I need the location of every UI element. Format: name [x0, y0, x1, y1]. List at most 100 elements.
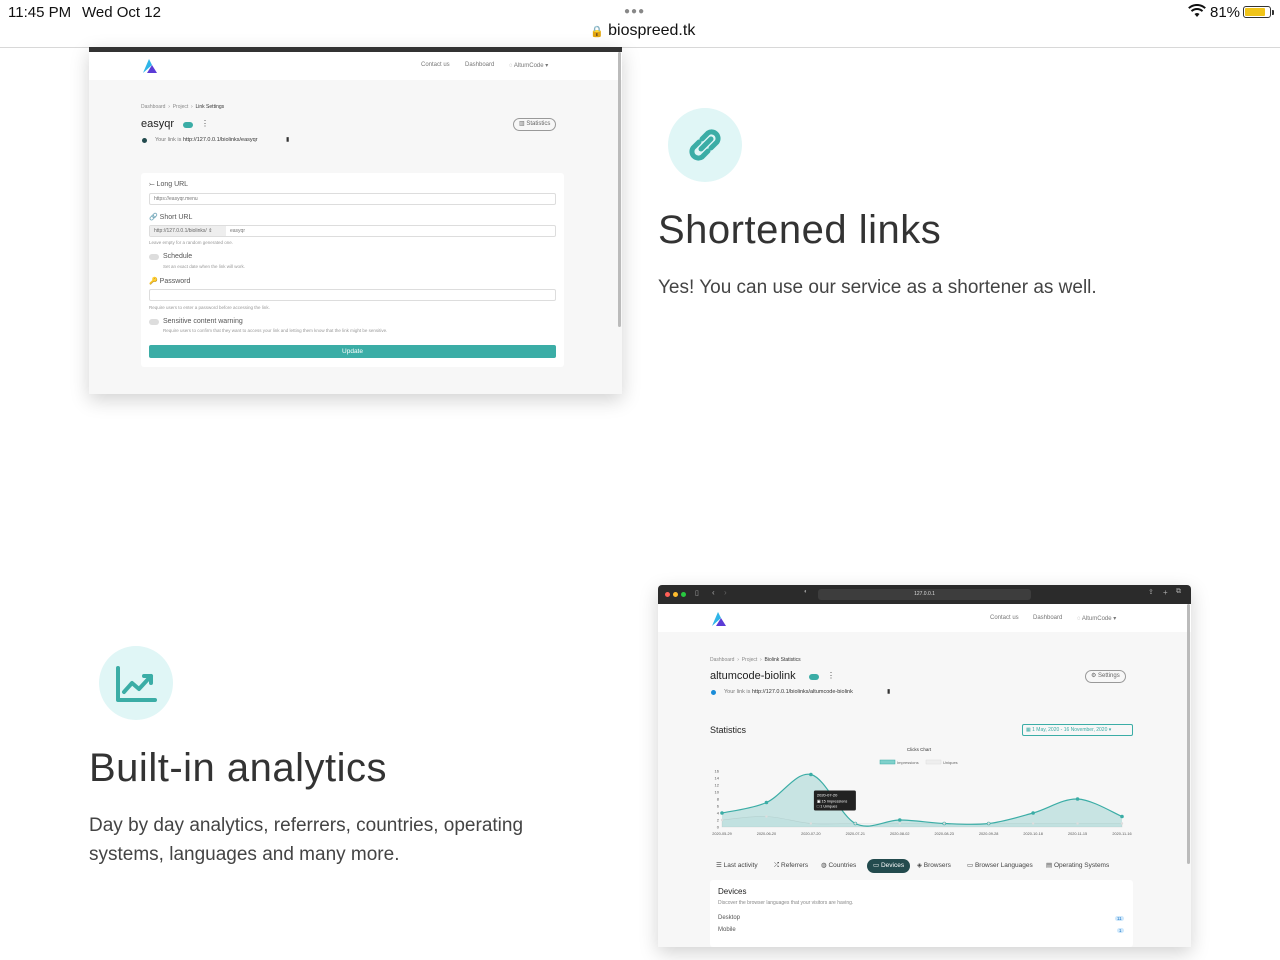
legend-label: Impressions: [897, 760, 919, 765]
link-info: Your link is http://127.0.0.1/biolinks/a…: [724, 689, 853, 695]
data-point-uniques: [1031, 822, 1035, 825]
link-name: altumcode-biolink: [710, 670, 796, 682]
address-bar[interactable]: 🔒 biospreed.tk: [590, 22, 695, 40]
short-url-prefix-select[interactable]: http://127.0.0.1/biolinks/ ⇕: [150, 226, 226, 236]
feature-title-shortened: Shortened links: [658, 208, 942, 252]
link-info: Your link is http://127.0.0.1/biolinks/e…: [155, 137, 258, 143]
settings-form: ⤚ Long URL https://easyqr.menu 🔗 Short U…: [141, 173, 564, 367]
devices-card: Devices Discover the browser languages t…: [710, 880, 1133, 947]
zoom-dot[interactable]: [681, 592, 686, 597]
tabs-overview-icon[interactable]: ⧉: [1176, 588, 1181, 596]
device-row-count: 1: [1117, 928, 1124, 933]
long-url-input[interactable]: https://easyqr.menu: [149, 193, 556, 205]
nav-user[interactable]: ◌ AltumCode ▾: [509, 62, 548, 69]
new-tab-icon[interactable]: +: [1163, 588, 1168, 597]
copy-icon[interactable]: ▮: [887, 688, 890, 695]
browser-address-bar[interactable]: 127.0.0.1: [818, 589, 1031, 600]
data-point: [1031, 811, 1035, 815]
long-url-label: ⤚ Long URL: [149, 181, 189, 188]
x-tick-label: 2020-10-18: [1023, 832, 1042, 836]
x-tick-label: 2020-08-23: [935, 832, 954, 836]
data-point-uniques: [765, 815, 768, 818]
lock-icon: 🔒: [590, 26, 604, 38]
multitask-dots-icon[interactable]: ●●●: [624, 6, 645, 17]
data-point-uniques: [898, 822, 901, 825]
address-url: biospreed.tk: [608, 22, 696, 39]
more-menu-icon[interactable]: ⋮: [827, 671, 835, 680]
x-tick-label: 2020-07-20: [801, 832, 820, 836]
clicks-chart: Clicks Chart Impressions Uniques 16 14 12 10 8 6…: [712, 747, 1131, 836]
link-toggle[interactable]: [183, 122, 193, 128]
tooltip-line: ▣ 15 Impressions: [817, 800, 847, 804]
tab-browsers[interactable]: ◈ Browsers: [917, 859, 951, 873]
tab-operating-systems[interactable]: ▤ Operating Systems: [1046, 859, 1109, 873]
close-dot[interactable]: [665, 592, 670, 597]
link-status-dot: [142, 138, 147, 143]
tab-last-activity[interactable]: ☰ Last activity: [716, 859, 758, 873]
series-area-impressions: [722, 774, 1122, 827]
more-menu-icon[interactable]: ⋮: [201, 119, 209, 128]
link-icon: [689, 129, 721, 161]
schedule-label: Schedule: [163, 253, 193, 260]
chart-title: Clicks Chart: [907, 747, 932, 752]
privacy-icon: ◐: [804, 589, 808, 595]
status-bar: 11:45 PM Wed Oct 12 ●●● 🔒 biospreed.tk 8…: [0, 0, 1280, 48]
short-url-input[interactable]: http://127.0.0.1/biolinks/ ⇕ easyqr: [149, 225, 556, 237]
legend-swatch-uniques: [925, 759, 942, 765]
nav-user[interactable]: ◌ AltumCode ▾: [1077, 615, 1116, 622]
link-settings-screenshot: Contact us Dashboard ◌ AltumCode ▾ Dashb…: [89, 47, 622, 394]
data-point-uniques: [943, 822, 946, 825]
nav-contact[interactable]: Contact us: [421, 62, 450, 68]
x-tick-label: 2020-08-02: [890, 832, 909, 836]
feature-title-analytics: Built-in analytics: [89, 746, 388, 790]
data-point-uniques: [854, 822, 857, 825]
feature-icon-circle: [99, 646, 173, 720]
data-point: [897, 818, 902, 822]
nav-contact[interactable]: Contact us: [990, 615, 1019, 621]
sidebar-icon[interactable]: ▯: [695, 589, 699, 597]
sensitive-label: Sensitive content warning: [163, 318, 243, 325]
password-input[interactable]: [149, 289, 556, 301]
back-icon[interactable]: ‹: [712, 588, 715, 597]
devices-subtitle: Discover the browser languages that your…: [718, 900, 854, 906]
link-status-dot: [711, 690, 716, 695]
battery-icon: [1243, 6, 1274, 18]
sensitive-toggle[interactable]: [149, 319, 159, 325]
scrollbar[interactable]: [618, 52, 621, 327]
scrollbar[interactable]: [1187, 604, 1190, 864]
y-tick-label: 12: [715, 783, 720, 788]
nav-dashboard[interactable]: Dashboard: [465, 62, 494, 68]
tab-browser-languages[interactable]: ▭ Browser Languages: [967, 859, 1033, 873]
short-url-help: Leave empty for a random generated one.: [149, 240, 234, 245]
tab-referrers[interactable]: ⤮ Referrers: [774, 859, 808, 873]
schedule-toggle[interactable]: [149, 254, 159, 260]
breadcrumb: Dashboard › Project › Biolink Statistics: [710, 657, 801, 663]
password-help: Require users to enter a password before…: [149, 305, 270, 310]
y-tick-label: 2: [717, 818, 720, 823]
legend-label: Uniques: [943, 760, 958, 765]
y-tick-label: 14: [715, 776, 720, 781]
y-tick-label: 10: [715, 790, 720, 795]
minimize-dot[interactable]: [673, 592, 678, 597]
date-range-picker[interactable]: ▦ 1 May, 2020 - 16 November, 2020 ▾: [1022, 724, 1133, 736]
data-point: [720, 811, 724, 815]
nav-dashboard[interactable]: Dashboard: [1033, 615, 1062, 621]
copy-icon[interactable]: ▮: [286, 136, 289, 143]
link-name: easyqr: [141, 118, 175, 130]
legend-swatch-impressions: [879, 759, 896, 765]
x-tick-label: 2020-11-15: [1068, 832, 1087, 836]
update-button[interactable]: Update: [149, 345, 556, 358]
data-point: [1075, 797, 1080, 801]
x-tick-label: 2020-11-16: [1112, 832, 1131, 836]
data-point-uniques: [720, 818, 724, 822]
tooltip-date: 2020-07-20: [817, 793, 838, 798]
share-icon[interactable]: ⇪: [1148, 588, 1154, 596]
tab-devices[interactable]: ▭ Devices: [867, 859, 911, 873]
statistics-button[interactable]: ▥ Statistics: [513, 118, 557, 131]
forward-icon[interactable]: ›: [724, 588, 727, 597]
settings-button[interactable]: ⚙ Settings: [1085, 670, 1126, 683]
device-row-label: Desktop: [718, 915, 741, 921]
link-toggle[interactable]: [809, 674, 819, 680]
tab-countries[interactable]: ◍ Countries: [821, 859, 856, 873]
device-row-count: 11: [1115, 916, 1124, 921]
